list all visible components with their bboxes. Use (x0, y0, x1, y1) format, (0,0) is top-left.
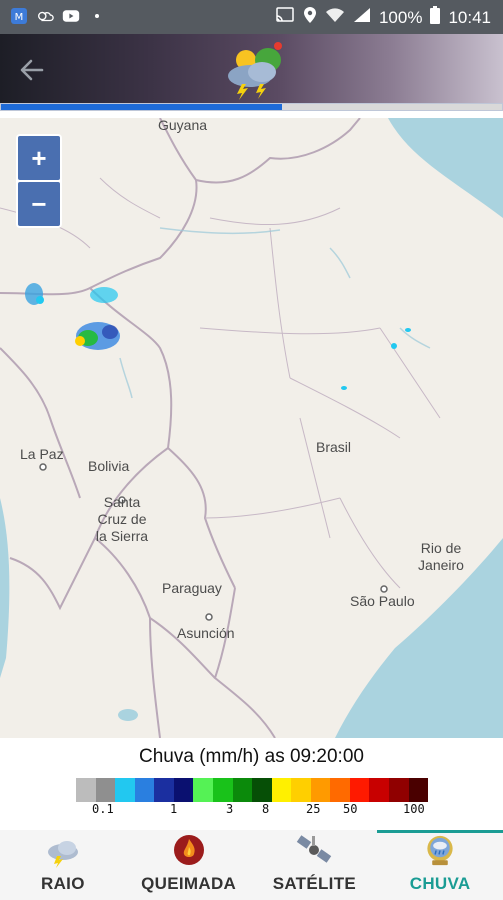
system-status: 100% 10:41 (275, 6, 491, 29)
battery-percent: 100% (378, 7, 423, 27)
legend-color-swatch (408, 778, 429, 802)
label-bolivia: Bolivia (88, 458, 130, 474)
wifi-icon (325, 7, 345, 28)
satellite-icon (297, 835, 332, 863)
pacific-ocean (0, 498, 10, 678)
legend-color-swatch (310, 778, 331, 802)
label-paraguay: Paraguay (162, 580, 222, 596)
signal-icon (353, 7, 371, 28)
legend-color-swatch (369, 778, 389, 802)
map-canvas (0, 118, 503, 738)
label-la-paz: La Paz (20, 446, 64, 462)
legend-color-swatch (349, 778, 370, 802)
zoom-control: + − (16, 134, 62, 228)
cloud-lightning-icon (47, 841, 78, 868)
legend-color-swatch (232, 778, 253, 802)
app-header (0, 34, 503, 104)
tab-label: CHUVA (409, 874, 471, 893)
legend-color-swatch (76, 778, 96, 802)
storm-cloud-icon (220, 38, 290, 100)
label-santa-cruz-line3: la Sierra (95, 528, 149, 544)
label-santa-cruz: Santa Cruz de la Sierra (92, 494, 152, 545)
back-button[interactable] (14, 52, 50, 88)
label-rio-de-janeiro: Rio de Janeiro (413, 540, 469, 574)
legend-color-swatch (212, 778, 233, 802)
tab-raio[interactable]: RAIO (0, 830, 126, 900)
label-rio-line1: Rio de (420, 540, 462, 556)
tab-satelite[interactable]: SATÉLITE (252, 830, 378, 900)
legend-color-swatch (330, 778, 350, 802)
legend-tick: 8 (262, 802, 270, 816)
legend-tick: 0.1 (92, 802, 114, 816)
label-brasil: Brasil (316, 439, 352, 455)
ocean-north (388, 118, 503, 218)
zoom-out-button[interactable]: − (18, 182, 60, 226)
legend-color-swatch (173, 778, 194, 802)
legend-tick: 50 (343, 802, 358, 816)
label-guyana: Guyana (158, 118, 208, 133)
legend-tick: 3 (226, 802, 234, 816)
rain-cells (25, 283, 411, 390)
atlantic-ocean (335, 118, 503, 738)
cast-icon (275, 6, 295, 29)
label-sao-paulo: São Paulo (350, 593, 415, 609)
location-icon (303, 6, 317, 29)
dot-icon (88, 7, 106, 25)
legend-color-swatch (252, 778, 272, 802)
bottom-navigation: RAIO QUEIMADA SATÉLITE CHUVA (0, 830, 503, 900)
cloud-icon (36, 7, 54, 25)
rain-globe-icon (427, 835, 453, 866)
legend-title: Chuva (mm/h) as 09:20:00 (139, 746, 364, 767)
map-view[interactable]: + − Guyana La Paz Bolivia Santa Cruz de … (0, 118, 503, 738)
legend-color-swatch (389, 778, 409, 802)
legend-tick: 25 (306, 802, 321, 816)
tab-label: SATÉLITE (272, 874, 357, 893)
clock: 10:41 (448, 7, 491, 27)
progress-fill (1, 104, 282, 110)
legend-tick: 100 (403, 802, 425, 816)
rivers (119, 227, 431, 399)
lake (118, 709, 138, 721)
legend-color-swatch (95, 778, 116, 802)
legend-color-swatch (291, 778, 311, 802)
svg-text:M: M (15, 12, 24, 23)
notification-icons: M (10, 7, 106, 25)
battery-icon (430, 6, 441, 29)
legend-color-scale (76, 778, 429, 802)
arrow-left-icon (20, 59, 44, 81)
fire-icon (173, 835, 204, 865)
legend-color-swatch (271, 778, 292, 802)
status-bar: M 100% 10:41 (0, 0, 503, 34)
tab-label: RAIO (41, 874, 85, 893)
legend-color-swatch (134, 778, 155, 802)
rain-legend: Chuva (mm/h) as 09:20:00 0.1 1 3 8 25 50… (0, 738, 503, 830)
label-santa-cruz-line2: Cruz de (97, 511, 147, 527)
state-borders (0, 177, 441, 589)
legend-color-swatch (115, 778, 135, 802)
legend-tick: 1 (170, 802, 178, 816)
youtube-icon (62, 7, 80, 25)
label-santa-cruz-line1: Santa (103, 494, 141, 510)
tab-queimada[interactable]: QUEIMADA (126, 830, 252, 900)
legend-color-swatch (154, 778, 174, 802)
label-rio-line2: Janeiro (418, 557, 464, 573)
tab-label: QUEIMADA (141, 874, 237, 893)
loading-progress-bar (0, 103, 503, 111)
app-icon: M (10, 7, 28, 25)
label-asuncion: Asunción (177, 625, 235, 641)
legend-color-swatch (193, 778, 213, 802)
tab-chuva[interactable]: CHUVA (377, 830, 503, 900)
zoom-in-button[interactable]: + (18, 136, 60, 180)
